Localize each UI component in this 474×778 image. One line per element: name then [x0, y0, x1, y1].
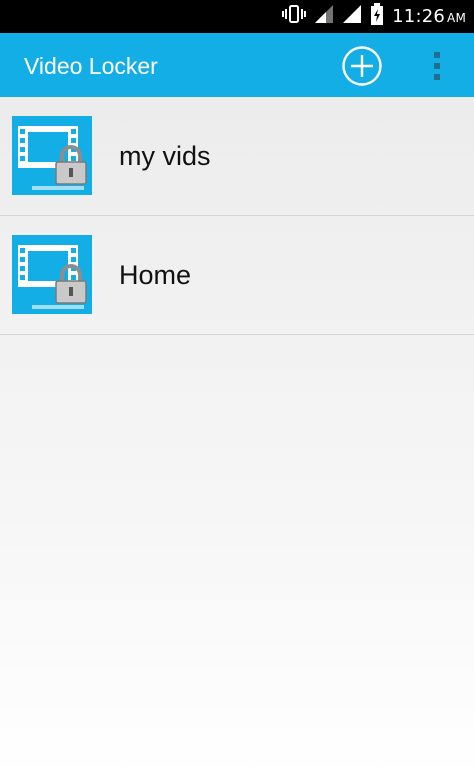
list-item-label: my vids: [119, 141, 211, 171]
battery-charging-icon: [370, 3, 384, 30]
video-lock-thumbnail: [12, 116, 92, 195]
status-time: 11:26 AM: [392, 6, 466, 27]
video-lock-thumbnail: [12, 235, 92, 314]
folder-list: my vids Home: [0, 97, 474, 778]
vibrate-icon: [282, 4, 307, 29]
add-circle-icon: [342, 46, 382, 86]
overflow-menu-icon: [434, 52, 440, 80]
app-title: Video Locker: [24, 53, 158, 79]
status-icons: 11:26 AM: [282, 0, 466, 33]
list-item-label: Home: [119, 260, 192, 290]
overflow-menu-button[interactable]: [426, 49, 448, 83]
list-item[interactable]: my vids: [0, 97, 474, 216]
app-bar: Video Locker: [0, 33, 474, 97]
signal-icon: [342, 4, 362, 29]
list-item[interactable]: Home: [0, 216, 474, 335]
status-bar: 11:26 AM: [0, 0, 474, 33]
add-button[interactable]: [341, 45, 383, 87]
signal-icon: [314, 4, 334, 29]
